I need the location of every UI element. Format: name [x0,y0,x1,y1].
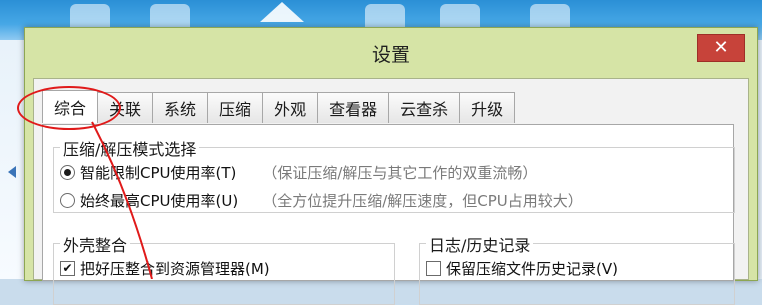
radio-option-max[interactable]: 始终最高CPU使用率(U) （全方位提升压缩/解压速度，但CPU占用较大） [60,190,583,211]
tab-upgrade[interactable]: 升级 [459,92,516,123]
shell-integration-group: 外壳整合 ✔ 把好压整合到资源管理器(M) [53,232,395,305]
radio-button[interactable] [60,165,75,180]
settings-dialog: 设置 ✕ 综合 关联 系统 压缩 外观 查看器 云查杀 升级 压缩/解压模式选择… [24,27,758,305]
group-title: 日志/历史记录 [426,232,534,256]
log-history-group: 日志/历史记录 保留压缩文件历史记录(V) [419,232,735,305]
annotation-circle [17,86,121,130]
radio-label: 智能限制CPU使用率(T) [80,164,237,182]
close-icon: ✕ [713,37,729,58]
checkbox-option-history[interactable]: 保留压缩文件历史记录(V) [426,258,618,279]
tab-viewer[interactable]: 查看器 [317,92,390,123]
group-title: 外壳整合 [60,232,131,256]
checkbox-label: 把好压整合到资源管理器(M) [80,260,270,278]
dialog-titlebar[interactable]: 设置 ✕ [25,28,757,78]
tab-system[interactable]: 系统 [152,92,209,123]
mode-selection-group: 压缩/解压模式选择 智能限制CPU使用率(T) （保证压缩/解压与其它工作的双重… [53,136,735,213]
checkbox-label: 保留压缩文件历史记录(V) [446,260,618,278]
group-title: 压缩/解压模式选择 [60,136,200,160]
radio-label: 始终最高CPU使用率(U) [80,192,239,210]
radio-button[interactable] [60,193,75,208]
option-hint: （保证压缩/解压与其它工作的双重流畅） [262,164,538,182]
close-button[interactable]: ✕ [697,34,745,62]
dialog-title: 设置 [371,44,410,66]
tab-panel-general: 压缩/解压模式选择 智能限制CPU使用率(T) （保证压缩/解压与其它工作的双重… [42,124,735,305]
checkbox[interactable] [426,261,441,276]
checkbox[interactable]: ✔ [60,261,75,276]
tab-cloud-scan[interactable]: 云查杀 [388,92,461,123]
checkbox-option-integrate[interactable]: ✔ 把好压整合到资源管理器(M) [60,258,270,279]
tab-compress[interactable]: 压缩 [207,92,264,123]
radio-option-smart[interactable]: 智能限制CPU使用率(T) （保证压缩/解压与其它工作的双重流畅） [60,162,537,183]
upload-arrow-icon [260,2,304,22]
option-hint: （全方位提升压缩/解压速度，但CPU占用较大） [262,192,583,210]
tab-appearance[interactable]: 外观 [262,92,319,123]
back-arrow-icon[interactable] [8,166,16,178]
background-left-pane [0,40,27,279]
dialog-body: 综合 关联 系统 压缩 外观 查看器 云查杀 升级 压缩/解压模式选择 智能限制… [33,78,749,305]
